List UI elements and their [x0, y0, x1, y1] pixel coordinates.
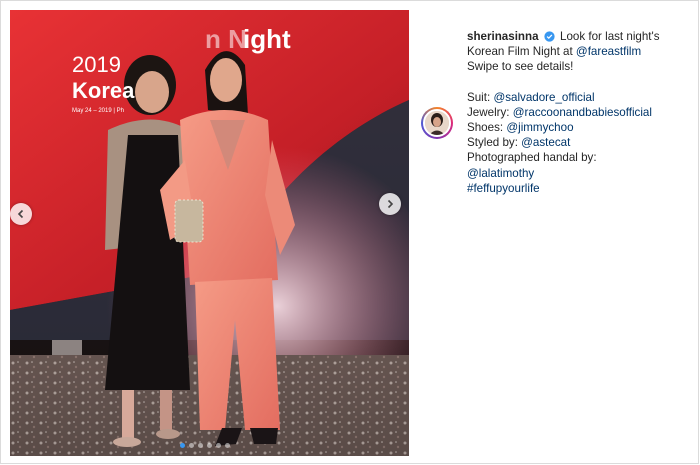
- poster-year: 2019: [72, 52, 121, 77]
- poster-title-fragment: n N: [205, 24, 247, 54]
- poster-title-right: ight: [243, 24, 291, 54]
- credit-line: Photographed handal by:: [467, 150, 693, 165]
- mention-fareastfilm[interactable]: @fareastfilm: [576, 45, 641, 58]
- credit-label: Photographed handal by:: [467, 151, 597, 165]
- post-photo[interactable]: 2019 Korea ight n N May 24 – 2019 | Ph: [10, 10, 409, 456]
- carousel-indicator: [180, 443, 230, 448]
- chevron-left-icon: [17, 209, 24, 219]
- credit-label: Shoes:: [467, 121, 504, 135]
- credits-list: Suit: @salvadore_official Jewelry: @racco…: [467, 90, 693, 196]
- credit-line: Suit: @salvadore_official: [467, 90, 693, 105]
- credit-line: Styled by: @astecat: [467, 135, 693, 150]
- carousel-dot[interactable]: [180, 443, 185, 448]
- avatar[interactable]: [421, 107, 453, 139]
- credit-line: @lalatimothy: [467, 166, 693, 181]
- carousel-dot[interactable]: [225, 443, 230, 448]
- verified-badge-icon: [544, 31, 555, 42]
- credit-label: Styled by:: [467, 136, 518, 150]
- carousel-dot[interactable]: [198, 443, 203, 448]
- avatar-image: [425, 111, 449, 135]
- credit-line: Jewelry: @raccoonandbabiesofficial: [467, 105, 693, 120]
- credit-link[interactable]: @salvadore_official: [493, 91, 594, 104]
- username-link[interactable]: sherinasinna: [467, 30, 539, 43]
- credit-link[interactable]: @jimmychoo: [506, 121, 573, 134]
- credit-line: #feffupyourlife: [467, 181, 693, 196]
- carousel-prev-button[interactable]: [10, 203, 32, 225]
- photo-scene: 2019 Korea ight n N May 24 – 2019 | Ph: [10, 10, 409, 456]
- carousel-dot[interactable]: [216, 443, 221, 448]
- carousel-dot[interactable]: [207, 443, 212, 448]
- credit-line: Shoes: @jimmychoo: [467, 120, 693, 135]
- credit-link[interactable]: @lalatimothy: [467, 167, 534, 180]
- credit-link[interactable]: @raccoonandbabiesofficial: [513, 106, 652, 119]
- carousel-dot[interactable]: [189, 443, 194, 448]
- credit-link[interactable]: @astecat: [521, 136, 570, 149]
- carousel-next-button[interactable]: [379, 193, 401, 215]
- credit-label: Jewelry:: [467, 105, 510, 119]
- credit-label: Suit:: [467, 90, 491, 104]
- poster-subtitle: May 24 – 2019 | Ph: [72, 108, 124, 114]
- caption-swipe-text: Swipe to see details!: [467, 60, 574, 74]
- chevron-right-icon: [387, 199, 394, 209]
- poster-title-left: Korea: [72, 78, 135, 103]
- credit-link[interactable]: #feffupyourlife: [467, 182, 540, 195]
- post-caption: sherinasinna Look for last night's Korea…: [467, 29, 693, 196]
- post-frame: 2019 Korea ight n N May 24 – 2019 | Ph s…: [0, 0, 699, 464]
